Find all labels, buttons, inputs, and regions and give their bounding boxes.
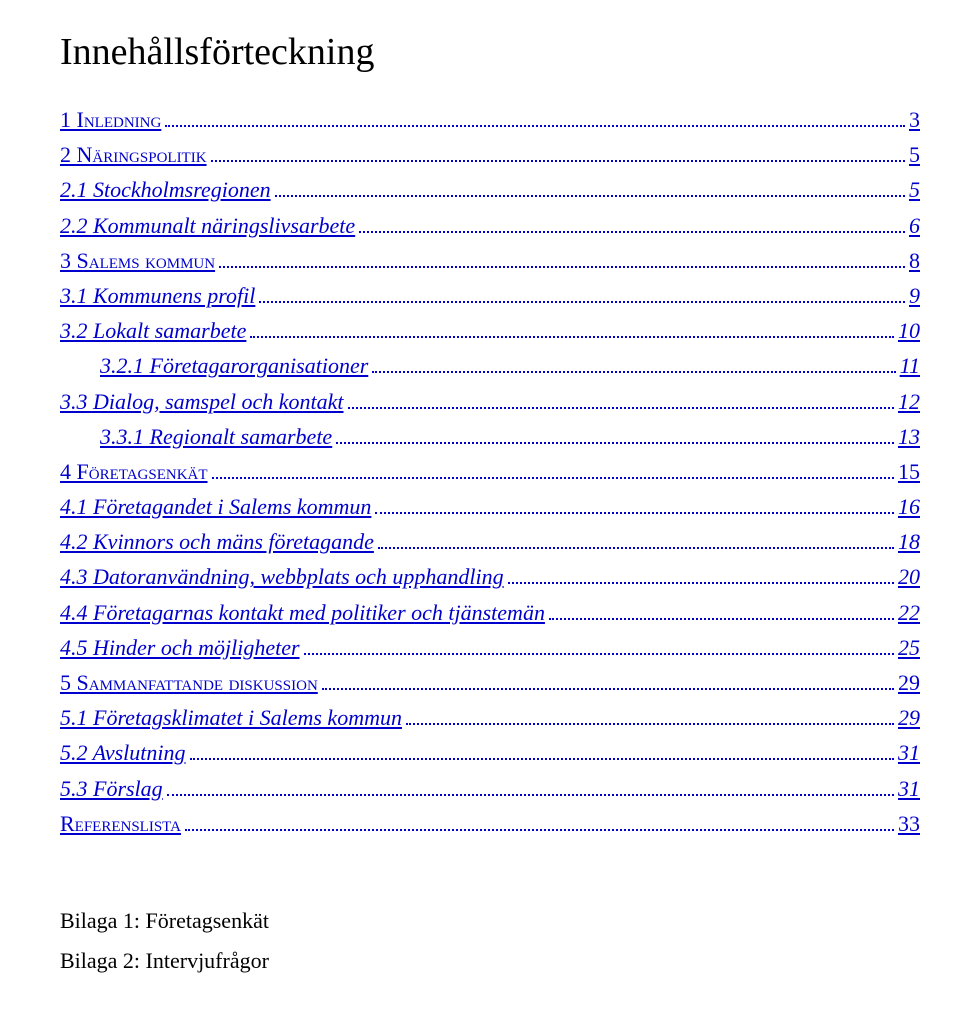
toc-leaders <box>212 455 894 479</box>
toc-leaders <box>259 279 905 303</box>
toc-page-link[interactable]: 16 <box>898 489 920 524</box>
toc-entry-link[interactable]: 5.1 Företagsklimatet i Salems kommun <box>60 700 402 735</box>
toc-entry-link[interactable]: 1 Inledning <box>60 102 161 137</box>
toc-entry: 4.4 Företagarnas kontakt med politiker o… <box>60 595 920 630</box>
toc-entry: 3.3.1 Regionalt samarbete 13 <box>100 419 920 454</box>
toc-page-link[interactable]: 33 <box>898 806 920 841</box>
table-of-contents: 1 Inledning32 Näringspolitik52.1 Stockho… <box>60 102 920 841</box>
toc-entry: 2 Näringspolitik 5 <box>60 137 920 172</box>
toc-entry: 1 Inledning 3 <box>60 102 920 137</box>
toc-entry-link[interactable]: 3.2 Lokalt samarbete <box>60 313 246 348</box>
toc-leaders <box>359 209 905 233</box>
toc-entry: 5.3 Förslag 31 <box>60 771 920 806</box>
toc-page-link[interactable]: 5 <box>909 172 920 207</box>
toc-entry-link[interactable]: Referenslista <box>60 806 181 841</box>
toc-entry: 3.1 Kommunens profil 9 <box>60 278 920 313</box>
toc-entry: 2.1 Stockholmsregionen 5 <box>60 172 920 207</box>
toc-page-link[interactable]: 6 <box>909 208 920 243</box>
toc-entry-link[interactable]: 2 Näringspolitik <box>60 137 207 172</box>
toc-entry-link[interactable]: 5.3 Förslag <box>60 771 163 806</box>
toc-leaders <box>185 807 894 831</box>
toc-page-link[interactable]: 9 <box>909 278 920 313</box>
toc-entry-link[interactable]: 3.3 Dialog, samspel och kontakt <box>60 384 344 419</box>
toc-entry: 5.1 Företagsklimatet i Salems kommun 29 <box>60 700 920 735</box>
toc-entry: 4.5 Hinder och möjligheter 25 <box>60 630 920 665</box>
toc-entry-link[interactable]: 4.5 Hinder och möjligheter <box>60 630 300 665</box>
toc-entry: 3.3 Dialog, samspel och kontakt 12 <box>60 384 920 419</box>
toc-entry-link[interactable]: 2.1 Stockholmsregionen <box>60 172 271 207</box>
toc-entry: 2.2 Kommunalt näringslivsarbete 6 <box>60 208 920 243</box>
toc-leaders <box>219 244 905 268</box>
toc-page-link[interactable]: 5 <box>909 137 920 172</box>
toc-page-link[interactable]: 3 <box>909 102 920 137</box>
toc-entry: Referenslista 33 <box>60 806 920 841</box>
toc-entry-link[interactable]: 3.3.1 Regionalt samarbete <box>100 419 332 454</box>
toc-entry: 3 Salems kommun 8 <box>60 243 920 278</box>
toc-leaders <box>375 490 894 514</box>
toc-page-link[interactable]: 20 <box>898 559 920 594</box>
page-title: Innehållsförteckning <box>60 30 920 74</box>
toc-page-link[interactable]: 22 <box>898 595 920 630</box>
toc-entry-link[interactable]: 5.2 Avslutning <box>60 735 186 770</box>
toc-page-link[interactable]: 29 <box>898 700 920 735</box>
toc-page-link[interactable]: 31 <box>898 735 920 770</box>
toc-leaders <box>406 701 894 725</box>
toc-entry: 4.2 Kvinnors och mäns företagande 18 <box>60 524 920 559</box>
toc-page-link[interactable]: 31 <box>898 771 920 806</box>
toc-entry: 4.3 Datoranvändning, webbplats och uppha… <box>60 559 920 594</box>
toc-leaders <box>211 138 905 162</box>
toc-entry: 4.1 Företagandet i Salems kommun 16 <box>60 489 920 524</box>
toc-leaders <box>348 385 894 409</box>
toc-entry-link[interactable]: 3.1 Kommunens profil <box>60 278 255 313</box>
toc-entry: 3.2 Lokalt samarbete 10 <box>60 313 920 348</box>
toc-entry-link[interactable]: 3 Salems kommun <box>60 243 215 278</box>
toc-leaders <box>372 349 895 373</box>
toc-entry: 3.2.1 Företagarorganisationer 11 <box>100 348 920 383</box>
toc-leaders <box>250 314 894 338</box>
appendix-item: Bilaga 2: Intervjufrågor <box>60 941 920 981</box>
toc-entry: 4 Företagsenkät 15 <box>60 454 920 489</box>
toc-page-link[interactable]: 12 <box>898 384 920 419</box>
toc-entry-link[interactable]: 4.4 Företagarnas kontakt med politiker o… <box>60 595 545 630</box>
toc-leaders <box>165 103 905 127</box>
toc-leaders <box>304 631 894 655</box>
toc-leaders <box>275 173 905 197</box>
toc-leaders <box>336 420 894 444</box>
toc-page-link[interactable]: 10 <box>898 313 920 348</box>
toc-entry-link[interactable]: 2.2 Kommunalt näringslivsarbete <box>60 208 355 243</box>
toc-page-link[interactable]: 13 <box>898 419 920 454</box>
toc-leaders <box>378 525 894 549</box>
toc-entry: 5.2 Avslutning 31 <box>60 735 920 770</box>
toc-leaders <box>190 736 895 760</box>
appendix-list: Bilaga 1: FöretagsenkätBilaga 2: Intervj… <box>60 901 920 980</box>
toc-entry: 5 Sammanfattande diskussion 29 <box>60 665 920 700</box>
toc-page-link[interactable]: 25 <box>898 630 920 665</box>
toc-leaders <box>549 596 894 620</box>
toc-leaders <box>167 772 894 796</box>
toc-leaders <box>508 560 894 584</box>
toc-page-link[interactable]: 29 <box>898 665 920 700</box>
toc-leaders <box>322 666 894 690</box>
toc-entry-link[interactable]: 5 Sammanfattande diskussion <box>60 665 318 700</box>
page: Innehållsförteckning 1 Inledning32 Närin… <box>0 0 960 1020</box>
toc-entry-link[interactable]: 4.3 Datoranvändning, webbplats och uppha… <box>60 559 504 594</box>
toc-entry-link[interactable]: 4 Företagsenkät <box>60 454 208 489</box>
toc-entry-link[interactable]: 4.2 Kvinnors och mäns företagande <box>60 524 374 559</box>
toc-page-link[interactable]: 15 <box>898 454 920 489</box>
toc-page-link[interactable]: 8 <box>909 243 920 278</box>
toc-entry-link[interactable]: 3.2.1 Företagarorganisationer <box>100 348 368 383</box>
toc-page-link[interactable]: 11 <box>900 348 920 383</box>
toc-page-link[interactable]: 18 <box>898 524 920 559</box>
appendix-item: Bilaga 1: Företagsenkät <box>60 901 920 941</box>
toc-entry-link[interactable]: 4.1 Företagandet i Salems kommun <box>60 489 371 524</box>
